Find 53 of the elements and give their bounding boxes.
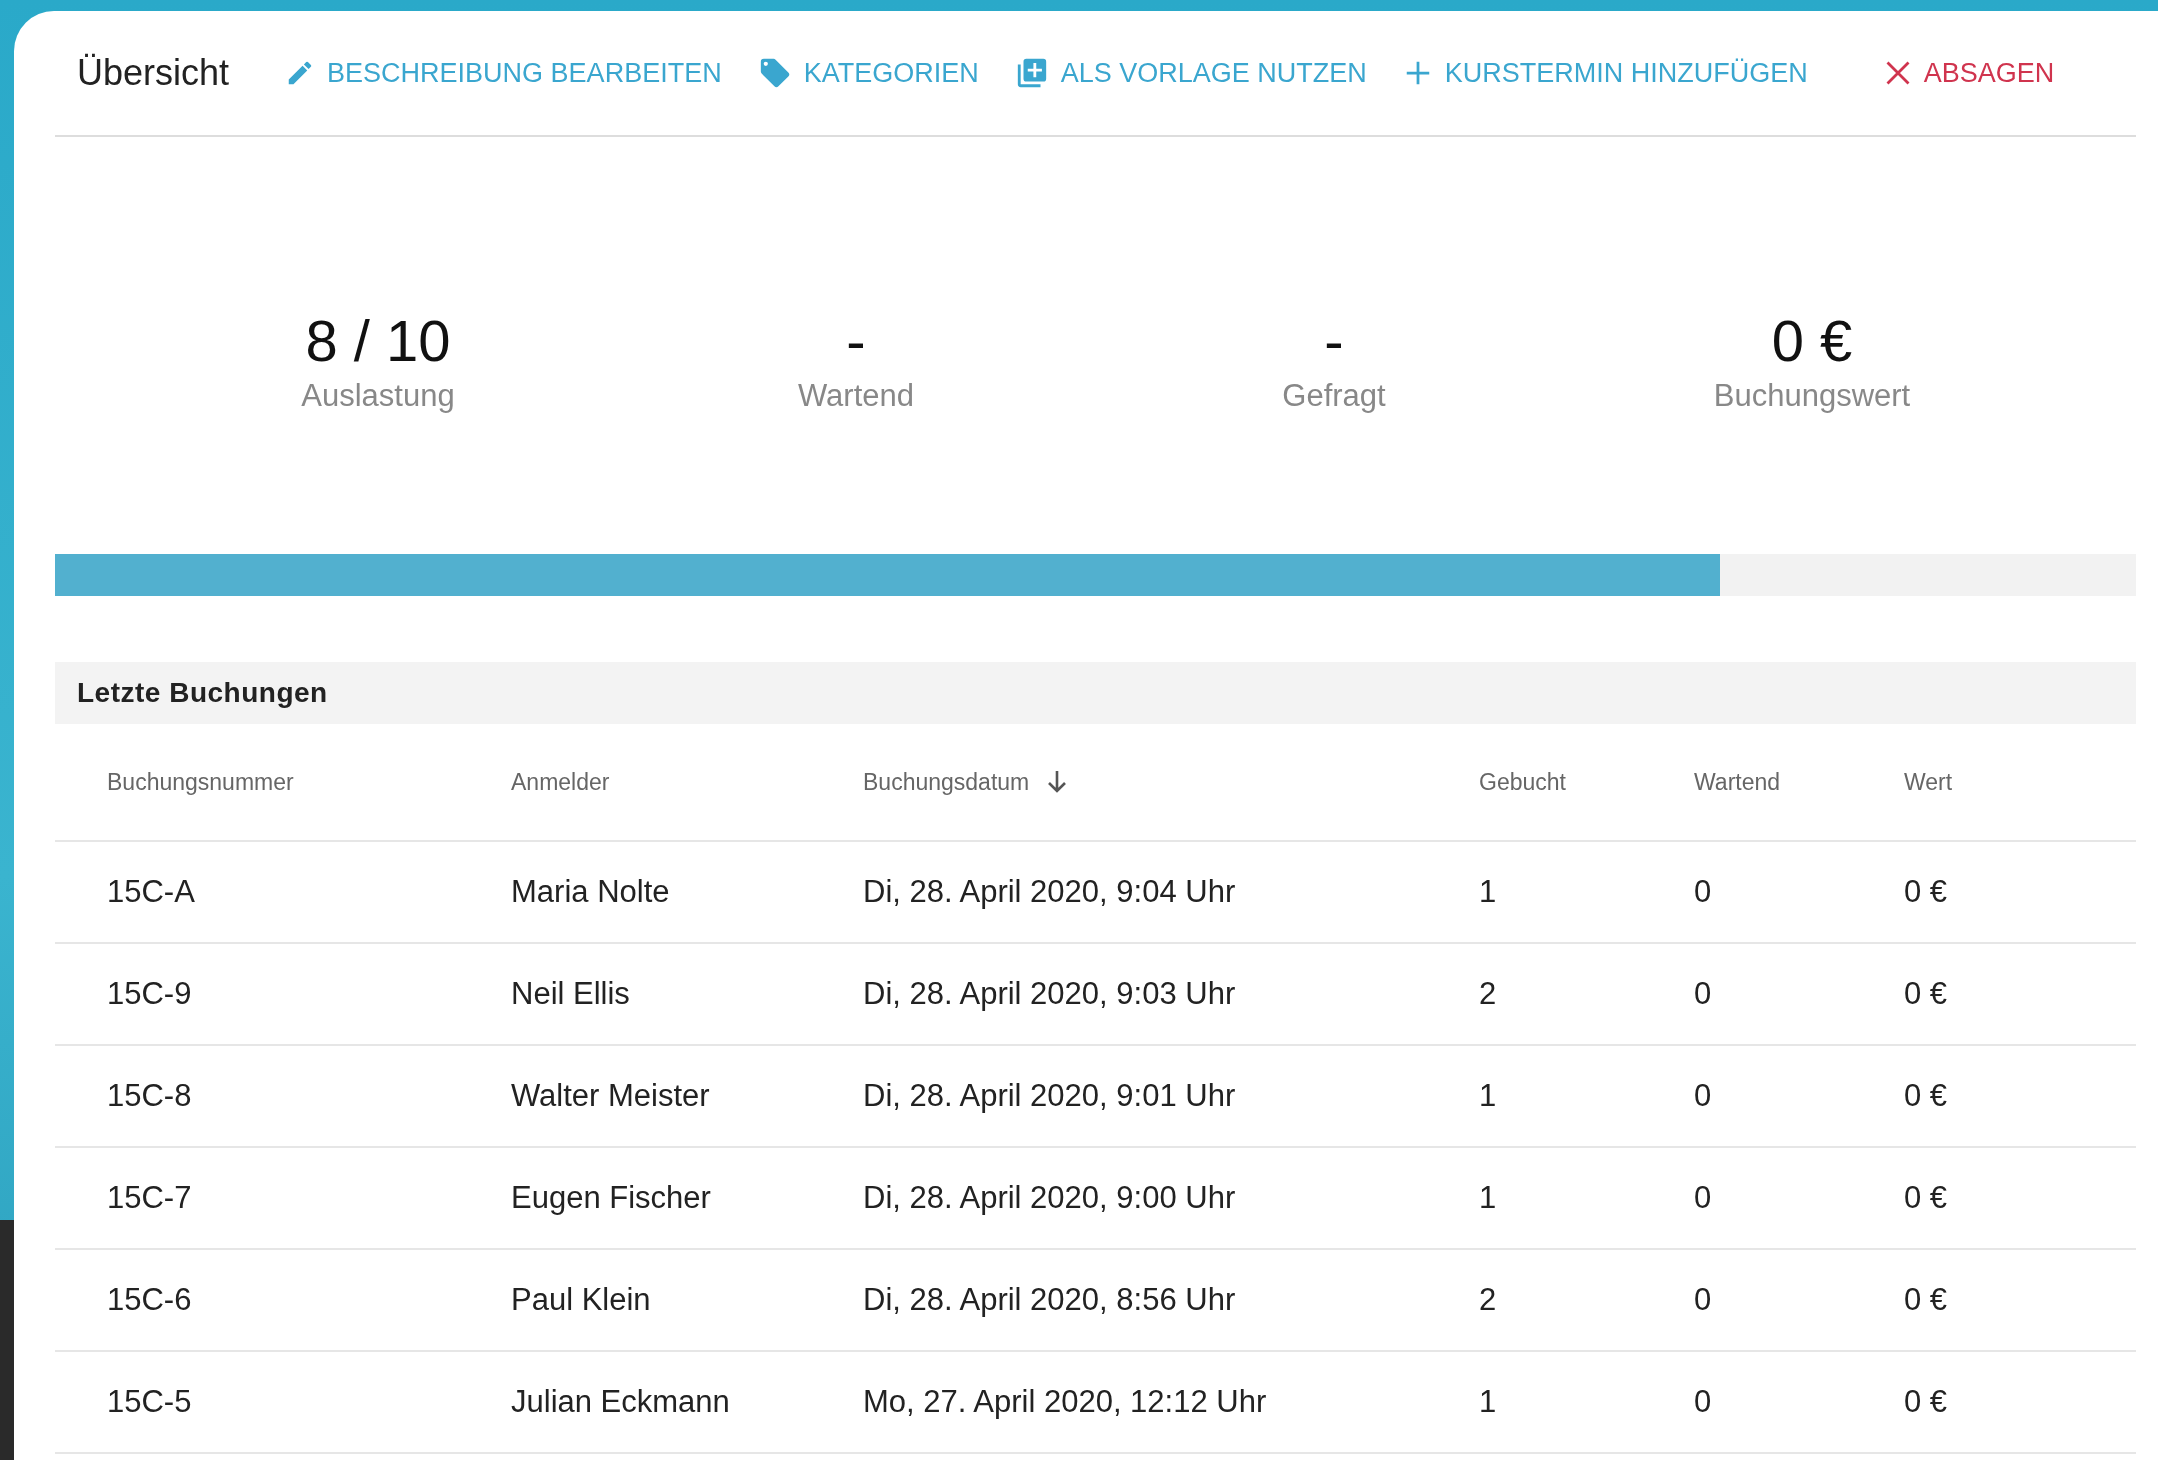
column-header[interactable]: Buchungsdatum <box>863 768 1479 796</box>
table-cell-text: Di, 28. April 2020, 8:56 Uhr <box>863 1282 1237 1318</box>
stat-label: Buchungswert <box>1713 378 1911 414</box>
table-cell-text: 15C-5 <box>107 1384 193 1420</box>
table-cell-text: 0 € <box>1904 976 1949 1012</box>
stat-label: Gefragt <box>1282 378 1386 414</box>
table-cell-text: 0 <box>1694 976 1713 1012</box>
table-cell-text: 0 € <box>1904 1180 1949 1216</box>
page-title: Übersicht <box>77 52 230 94</box>
table-cell-text: 15C-9 <box>107 976 193 1012</box>
stat-value: 8 / 10 <box>305 307 451 374</box>
table-cell-text: Eugen Fischer <box>511 1180 712 1216</box>
table-cell-text: 1 <box>1479 1384 1498 1420</box>
section-title: Letzte Buchungen <box>77 677 328 709</box>
table-cell-text: Di, 28. April 2020, 9:04 Uhr <box>863 874 1237 910</box>
table-cell-text: 1 <box>1479 1078 1498 1114</box>
column-header[interactable]: Wert <box>1904 768 2136 796</box>
stat-label: Auslastung <box>301 378 455 414</box>
table-cell-text: 0 <box>1694 1078 1713 1114</box>
table-cell-text: 0 € <box>1904 1282 1949 1318</box>
table-cell-text: 15C-7 <box>107 1180 193 1216</box>
table-cell-text: 1 <box>1479 874 1498 910</box>
table-cell-text: Maria Nolte <box>511 874 671 910</box>
table-cell-text: 0 <box>1694 874 1713 910</box>
table-cell-text: 0 <box>1694 1282 1713 1318</box>
table-cell-text: Di, 28. April 2020, 9:01 Uhr <box>863 1078 1237 1114</box>
stat-label: Wartend <box>798 378 914 414</box>
table-cell-text: 0 <box>1694 1180 1713 1216</box>
table-cell-text: 1 <box>1479 1180 1498 1216</box>
table-cell-text: Julian Eckmann <box>511 1384 731 1420</box>
table-cell-text: 15C-A <box>107 874 196 910</box>
table-cell-text: 2 <box>1479 976 1498 1012</box>
stat-value: - <box>846 307 866 374</box>
table-cell-text: Di, 28. April 2020, 9:00 Uhr <box>863 1180 1237 1216</box>
table-cell-text: Paul Klein <box>511 1282 652 1318</box>
table-cell-text: 0 € <box>1904 874 1949 910</box>
table-cell-text: Mo, 27. April 2020, 12:12 Uhr <box>863 1384 1268 1420</box>
table-cell-text: Di, 28. April 2020, 9:03 Uhr <box>863 976 1237 1012</box>
column-header[interactable]: Buchungsnummer <box>107 768 511 796</box>
toolbar-button[interactable]: ABSAGEN <box>1883 57 2055 89</box>
column-header[interactable]: Anmelder <box>511 768 863 796</box>
stat-value: - <box>1324 307 1344 374</box>
table-cell-text: Walter Meister <box>511 1078 711 1114</box>
column-header[interactable]: Gebucht <box>1479 768 1694 796</box>
table-cell-text: Neil Ellis <box>511 976 631 1012</box>
table-cell-text: 2 <box>1479 1282 1498 1318</box>
table-cell-text: 0 <box>1694 1384 1713 1420</box>
table-cell-text: 0 € <box>1904 1384 1949 1420</box>
stat-value: 0 € <box>1771 307 1853 374</box>
table-cell-text: 0 € <box>1904 1078 1949 1114</box>
column-header[interactable]: Wartend <box>1694 768 1904 796</box>
table-cell-text: 15C-6 <box>107 1282 193 1318</box>
table-cell-text: 15C-8 <box>107 1078 193 1114</box>
